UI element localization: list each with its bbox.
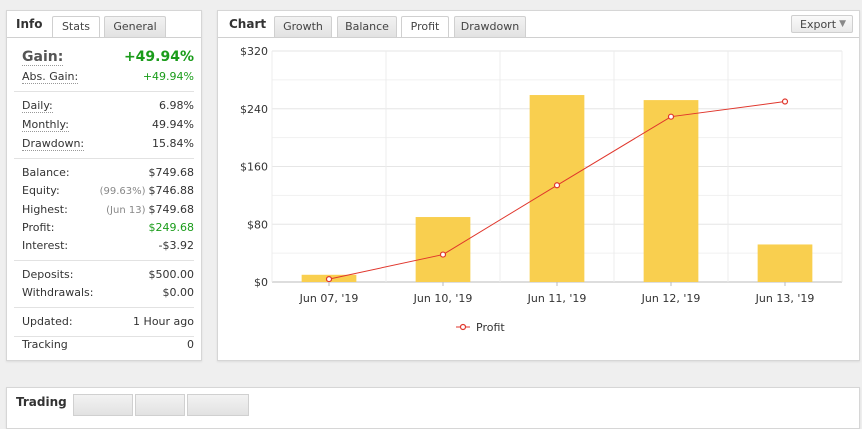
- updated-row: Updated: 1 Hour ago: [22, 315, 194, 333]
- highest-label: Highest:: [22, 203, 68, 216]
- abs-gain-label: Abs. Gain:: [22, 70, 79, 84]
- divider: [14, 307, 194, 308]
- equity-percent: (99.63%): [99, 186, 146, 197]
- trading-tab[interactable]: [187, 394, 249, 416]
- daily-value: 6.98%: [159, 99, 194, 112]
- tab-growth[interactable]: Growth: [274, 16, 332, 37]
- export-label: Export: [800, 18, 837, 31]
- interest-row: Interest: -$3.92: [22, 239, 194, 257]
- balance-label: Balance:: [22, 166, 70, 179]
- deposits-row: Deposits: $500.00: [22, 268, 194, 286]
- highest-date: (Jun 13): [106, 205, 146, 216]
- y-tick-label: $160: [240, 161, 268, 174]
- drawdown-value: 15.84%: [152, 137, 194, 150]
- profit-chart: $0 $80 $160 $240 $320 Jun 07, '19 Jun 10, '19 J…: [240, 45, 843, 334]
- trading-panel: Trading: [6, 387, 860, 429]
- gain-value: +49.94%: [123, 49, 194, 65]
- profit-point: [781, 98, 789, 105]
- x-tick-label: Jun 13, '19: [755, 292, 815, 305]
- profit-point: [667, 113, 675, 120]
- tab-balance[interactable]: Balance: [337, 16, 397, 37]
- equity-label: Equity:: [22, 184, 60, 197]
- x-tick-label: Jun 07, '19: [299, 292, 359, 305]
- profit-value: $249.68: [148, 221, 195, 234]
- divider: [14, 336, 194, 337]
- tab-general[interactable]: General: [104, 16, 166, 37]
- highest-row: Highest: (Jun 13) $749.68: [22, 203, 194, 221]
- bar: [415, 217, 471, 282]
- chart-panel: Chart Growth Balance Profit Drawdown Exp…: [217, 10, 860, 361]
- drawdown-label: Drawdown:: [22, 137, 85, 151]
- y-tick-label: $80: [247, 218, 268, 231]
- monthly-row: Monthly: 49.94%: [22, 118, 194, 136]
- x-tick-label: Jun 12, '19: [641, 292, 701, 305]
- trading-tab[interactable]: [135, 394, 185, 416]
- bar: [757, 244, 813, 282]
- equity-value: $746.88: [148, 184, 195, 197]
- profit-point: [553, 182, 561, 189]
- bar: [529, 95, 585, 282]
- highest-value: $749.68: [148, 203, 195, 216]
- daily-row: Daily: 6.98%: [22, 99, 194, 117]
- updated-value: 1 Hour ago: [133, 315, 194, 328]
- divider: [14, 158, 194, 159]
- trading-title: Trading: [16, 395, 67, 409]
- deposits-value: $500.00: [148, 268, 195, 281]
- bar: [643, 100, 699, 283]
- balance-value: $749.68: [148, 166, 195, 179]
- abs-gain-value: +49.94%: [142, 70, 194, 83]
- y-tick-label: $320: [240, 45, 268, 58]
- gain-label: Gain:: [22, 49, 64, 66]
- withdrawals-label: Withdrawals:: [22, 286, 94, 299]
- tab-profit[interactable]: Profit: [401, 16, 449, 38]
- profit-point: [325, 276, 333, 283]
- highest-value-wrap: (Jun 13) $749.68: [106, 203, 194, 216]
- legend-label: Profit: [476, 321, 505, 334]
- info-tabbar: Info Stats General: [7, 11, 201, 38]
- tracking-value: 0: [187, 338, 194, 351]
- tab-stats[interactable]: Stats: [52, 16, 100, 38]
- legend-marker: [459, 323, 467, 331]
- deposits-label: Deposits:: [22, 268, 74, 281]
- trading-tab[interactable]: [73, 394, 133, 416]
- monthly-label: Monthly:: [22, 118, 69, 132]
- monthly-value: 49.94%: [152, 118, 194, 131]
- x-tick-label: Jun 11, '19: [527, 292, 587, 305]
- tab-drawdown[interactable]: Drawdown: [454, 16, 526, 37]
- chart-title: Chart: [229, 17, 267, 31]
- divider: [14, 91, 194, 92]
- tracking-label: Tracking: [22, 338, 68, 351]
- info-panel: Info Stats General Gain: +49.94% Abs. Ga…: [6, 10, 202, 361]
- tab-info[interactable]: Info: [16, 17, 42, 31]
- divider: [14, 260, 194, 261]
- x-tick-label: Jun 10, '19: [413, 292, 473, 305]
- tab-divider: [7, 37, 201, 38]
- chevron-down-icon: ▼: [839, 19, 846, 29]
- gain-row: Gain: +49.94%: [22, 49, 194, 69]
- withdrawals-value: $0.00: [162, 286, 195, 299]
- export-button[interactable]: Export ▼: [791, 15, 853, 33]
- withdrawals-row: Withdrawals: $0.00: [22, 286, 194, 304]
- equity-value-wrap: (99.63%) $746.88: [100, 184, 194, 197]
- interest-label: Interest:: [22, 239, 69, 252]
- drawdown-row: Drawdown: 15.84%: [22, 137, 194, 155]
- balance-row: Balance: $749.68: [22, 166, 194, 184]
- daily-label: Daily:: [22, 99, 53, 113]
- y-tick-label: $240: [240, 103, 268, 116]
- interest-value: -$3.92: [158, 239, 194, 252]
- profit-row: Profit: $249.68: [22, 221, 194, 239]
- profit-label: Profit:: [22, 221, 55, 234]
- equity-row: Equity: (99.63%) $746.88: [22, 184, 194, 202]
- y-tick-label: $0: [254, 276, 268, 289]
- tracking-row: Tracking 0: [22, 338, 194, 356]
- updated-label: Updated:: [22, 315, 73, 328]
- profit-point: [439, 251, 447, 258]
- abs-gain-row: Abs. Gain: +49.94%: [22, 70, 194, 88]
- chart-tabbar: Chart Growth Balance Profit Drawdown Exp…: [218, 11, 859, 38]
